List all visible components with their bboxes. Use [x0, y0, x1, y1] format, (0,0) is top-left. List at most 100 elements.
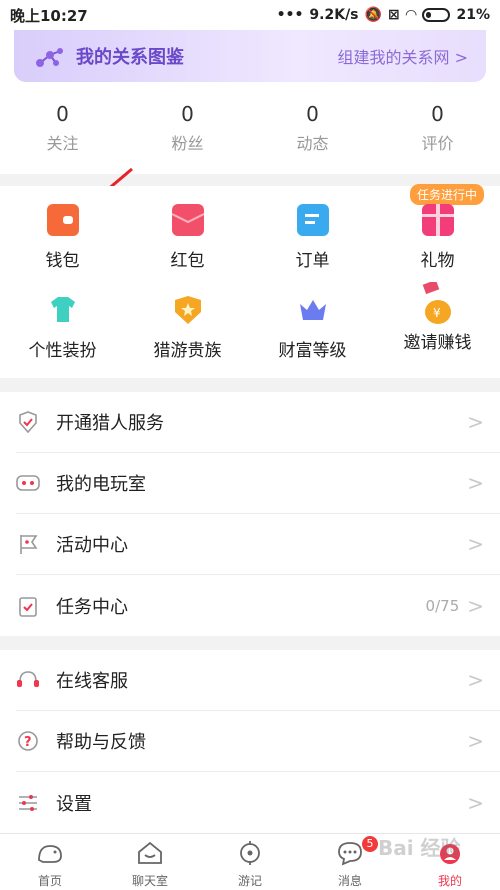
tab-label: 游记 [237, 874, 262, 888]
battery-icon [422, 8, 451, 22]
battery-level: 21% [456, 7, 490, 23]
menu-item-label: 设置 [56, 793, 92, 815]
gamepad-icon [16, 471, 40, 495]
grid-item-gift[interactable]: 礼物 [375, 204, 500, 271]
chevron-right-icon: > [467, 410, 484, 434]
grid-item-label: 红包 [170, 251, 205, 271]
stat-label: 粉丝 [171, 134, 204, 153]
help-icon: ? [16, 729, 40, 753]
stat-value: 0 [56, 102, 69, 126]
stats-row: 0 关注 0 粉丝 0 动态 0 评价 [0, 102, 500, 154]
grid-item-label: 个性装扮 [28, 341, 97, 361]
stat-label: 动态 [296, 134, 329, 153]
stat-follow[interactable]: 0 关注 [0, 102, 125, 154]
menu-item-game-room[interactable]: 我的电玩室 > [16, 453, 500, 514]
relationship-graph-icon [34, 41, 64, 71]
status-time: 晚上10:27 [10, 6, 88, 25]
grid-item-label: 猎游贵族 [153, 341, 222, 361]
noble-badge-icon [172, 294, 204, 326]
stat-value: 0 [306, 102, 319, 126]
stat-fans[interactable]: 0 粉丝 [125, 102, 250, 154]
grid-item-wealth-level[interactable]: 财富等级 [250, 294, 375, 361]
clipboard-check-icon [16, 594, 40, 618]
stat-value: 0 [181, 102, 194, 126]
menu-item-label: 在线客服 [56, 671, 128, 692]
shield-check-icon [16, 410, 40, 434]
stat-label: 评价 [421, 134, 454, 153]
relationship-banner[interactable]: 我的关系图鉴 组建我的关系网 > [14, 30, 486, 82]
task-progress-badge: 任务进行中 [410, 184, 485, 205]
tshirt-icon [47, 294, 79, 326]
message-icon [338, 842, 362, 866]
grid-item-wallet[interactable]: 钱包 [0, 204, 125, 271]
network-speed: 9.2K/s [309, 7, 359, 23]
red-packet-icon [171, 204, 204, 236]
sim-icon: ⊠ [387, 7, 400, 23]
stat-value: 0 [431, 102, 444, 126]
home-icon [38, 845, 62, 863]
grid-item-label: 财富等级 [278, 341, 347, 361]
menu-item-hunter-service[interactable]: 开通猎人服务 > [16, 392, 500, 453]
watermark: Bai 经验 [378, 836, 461, 860]
menu-item-customer-service[interactable]: 在线客服 > [16, 650, 500, 711]
grid-item-decoration[interactable]: 个性装扮 [0, 294, 125, 361]
tab-label: 消息 [337, 874, 362, 888]
tab-label: 我的 [437, 874, 462, 888]
menu-item-label: 开通猎人服务 [56, 413, 164, 434]
feature-grid: 任务进行中 钱包 红包 订单 礼物 个性装扮 猎游贵族 财富等级 ¥ 邀请赚钱 [0, 184, 500, 378]
menu-item-label: 帮助与反馈 [56, 732, 146, 753]
chevron-right-icon: > [467, 471, 484, 495]
menu-section-support: 在线客服 > ? 帮助与反馈 > 设置 > [0, 650, 500, 833]
status-bar: 晚上10:27 ••• 9.2K/s 🔕 ⊠ ◠ 21% [0, 0, 500, 30]
profile-top-section: 我的关系图鉴 组建我的关系网 > 0 关注 0 粉丝 0 动态 0 评价 [0, 30, 500, 174]
menu-item-label: 活动中心 [56, 535, 128, 556]
chevron-right-icon: > [467, 729, 484, 753]
grid-item-label: 邀请赚钱 [403, 333, 472, 353]
tab-home[interactable]: 首页 [0, 834, 100, 890]
tab-chat-room[interactable]: 聊天室 [100, 834, 200, 890]
flag-icon [16, 532, 40, 556]
svg-text:¥: ¥ [433, 306, 441, 320]
menu-item-settings[interactable]: 设置 > [16, 772, 500, 833]
grid-item-label: 订单 [295, 251, 330, 271]
wallet-icon [46, 204, 79, 236]
chevron-right-icon: > [467, 790, 484, 815]
menu-item-activity-center[interactable]: 活动中心 > [16, 514, 500, 575]
menu-item-label: 我的电玩室 [56, 474, 146, 495]
gift-icon [421, 204, 454, 236]
grid-item-label: 钱包 [45, 251, 80, 271]
stat-posts[interactable]: 0 动态 [250, 102, 375, 154]
wifi-icon: ◠ [405, 7, 417, 23]
grid-item-noble[interactable]: 猎游贵族 [125, 294, 250, 361]
grid-item-label: 礼物 [420, 251, 455, 271]
grid-item-invite[interactable]: ¥ 邀请赚钱 [375, 279, 500, 353]
target-icon [240, 841, 260, 865]
banner-title: 我的关系图鉴 [76, 47, 184, 68]
money-bag-icon: ¥ [420, 279, 456, 326]
tab-label: 聊天室 [131, 874, 168, 888]
mute-icon: 🔕 [364, 7, 382, 23]
headset-icon [16, 668, 40, 692]
status-right: ••• 9.2K/s 🔕 ⊠ ◠ 21% [277, 7, 490, 23]
menu-item-label: 任务中心 [56, 596, 128, 618]
signal-dots-icon: ••• [276, 7, 304, 23]
grid-item-red-packet[interactable]: 红包 [125, 204, 250, 271]
chat-room-icon [138, 841, 162, 864]
stat-reviews[interactable]: 0 评价 [375, 102, 500, 154]
task-progress-value: 0/75 [425, 596, 460, 615]
menu-item-help-feedback[interactable]: ? 帮助与反馈 > [16, 711, 500, 772]
tab-travel-notes[interactable]: 游记 [200, 834, 300, 890]
grid-item-order[interactable]: 订单 [250, 204, 375, 271]
chevron-right-icon: > [467, 668, 484, 692]
menu-item-task-center[interactable]: 任务中心 0/75 > [16, 575, 500, 636]
chevron-right-icon: > [467, 532, 484, 556]
menu-section-services: 开通猎人服务 > 我的电玩室 > 活动中心 > 任务中心 0/75 > [0, 392, 500, 636]
crown-icon [297, 294, 329, 326]
chevron-right-icon: > [467, 593, 484, 618]
unread-badge: 5 [362, 836, 378, 852]
stat-label: 关注 [46, 134, 79, 153]
order-icon [296, 204, 329, 236]
settings-icon [16, 791, 40, 815]
banner-link[interactable]: 组建我的关系网 > [338, 44, 469, 68]
svg-text:?: ? [24, 735, 32, 750]
